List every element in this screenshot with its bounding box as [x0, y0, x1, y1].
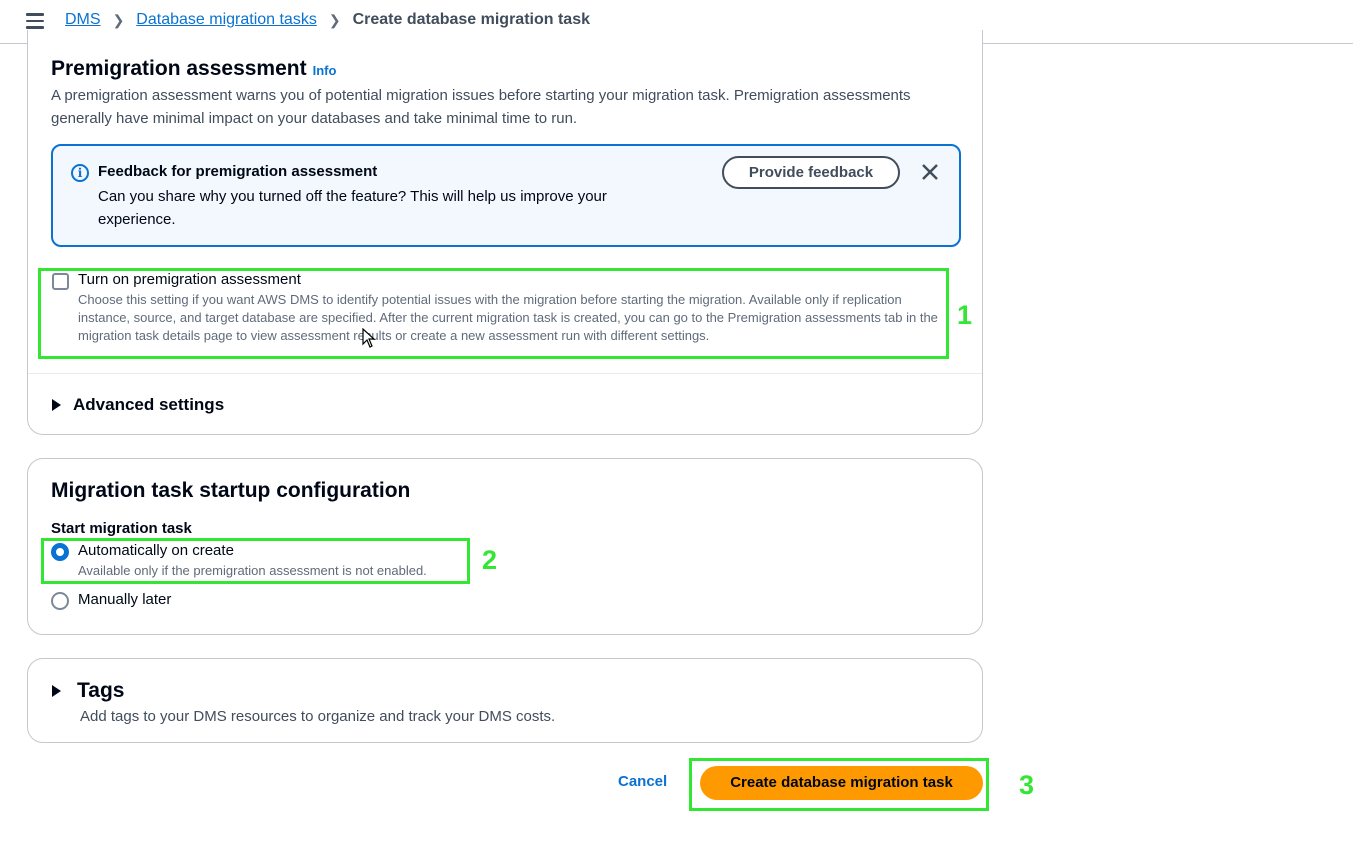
annotation-number-1: 1 — [957, 300, 973, 330]
close-icon[interactable] — [919, 161, 941, 183]
annotation-number-3: 3 — [1019, 770, 1035, 800]
radio-automatically-description: Available only if the premigration asses… — [78, 563, 427, 578]
cancel-button[interactable]: Cancel — [618, 773, 667, 790]
premigration-checkbox[interactable] — [52, 273, 69, 290]
breadcrumb-migration-tasks[interactable]: Database migration tasks — [136, 11, 317, 29]
premigration-assessment-panel: Premigration assessment Info A premigrati… — [27, 30, 983, 435]
mouse-pointer-icon — [362, 328, 376, 348]
tags-panel: Tags Add tags to your DMS resources to o… — [27, 658, 983, 743]
radio-manually-label[interactable]: Manually later — [78, 591, 171, 608]
tags-description: Add tags to your DMS resources to organi… — [80, 708, 556, 725]
alert-text: Can you share why you turned off the fea… — [98, 188, 607, 228]
menu-icon[interactable] — [26, 13, 44, 29]
premigration-description: A premigration assessment warns you of p… — [51, 87, 911, 127]
premigration-title: Premigration assessment Info — [51, 57, 337, 80]
breadcrumb-current: Create database migration task — [352, 11, 590, 28]
advanced-settings-expander[interactable]: Advanced settings — [52, 395, 224, 415]
tags-expander[interactable]: Tags — [52, 679, 124, 703]
create-task-button[interactable]: Create database migration task — [700, 766, 983, 800]
chevron-right-icon: ❯ — [328, 11, 341, 28]
caret-right-icon — [52, 399, 61, 411]
startup-title: Migration task startup configuration — [51, 479, 411, 502]
annotation-number-2: 2 — [482, 545, 498, 575]
premigration-checkbox-description: Choose this setting if you want AWS DMS … — [78, 292, 938, 343]
start-migration-label: Start migration task — [51, 520, 192, 537]
radio-manually[interactable] — [51, 592, 69, 610]
feedback-alert: i Feedback for premigration assessment C… — [51, 144, 961, 247]
divider — [28, 373, 982, 374]
chevron-right-icon: ❯ — [112, 11, 125, 28]
startup-configuration-panel: Migration task startup configuration Sta… — [27, 458, 983, 635]
radio-automatically[interactable] — [51, 543, 69, 561]
alert-title: Feedback for premigration assessment — [98, 163, 378, 180]
provide-feedback-button[interactable]: Provide feedback — [722, 156, 900, 189]
caret-right-icon — [52, 685, 61, 697]
breadcrumb: DMS ❯ Database migration tasks ❯ Create … — [65, 11, 590, 29]
info-icon: i — [71, 164, 89, 182]
info-link[interactable]: Info — [313, 63, 337, 78]
radio-automatically-label[interactable]: Automatically on create — [78, 542, 234, 559]
premigration-checkbox-label[interactable]: Turn on premigration assessment — [78, 271, 301, 288]
breadcrumb-dms[interactable]: DMS — [65, 11, 101, 29]
